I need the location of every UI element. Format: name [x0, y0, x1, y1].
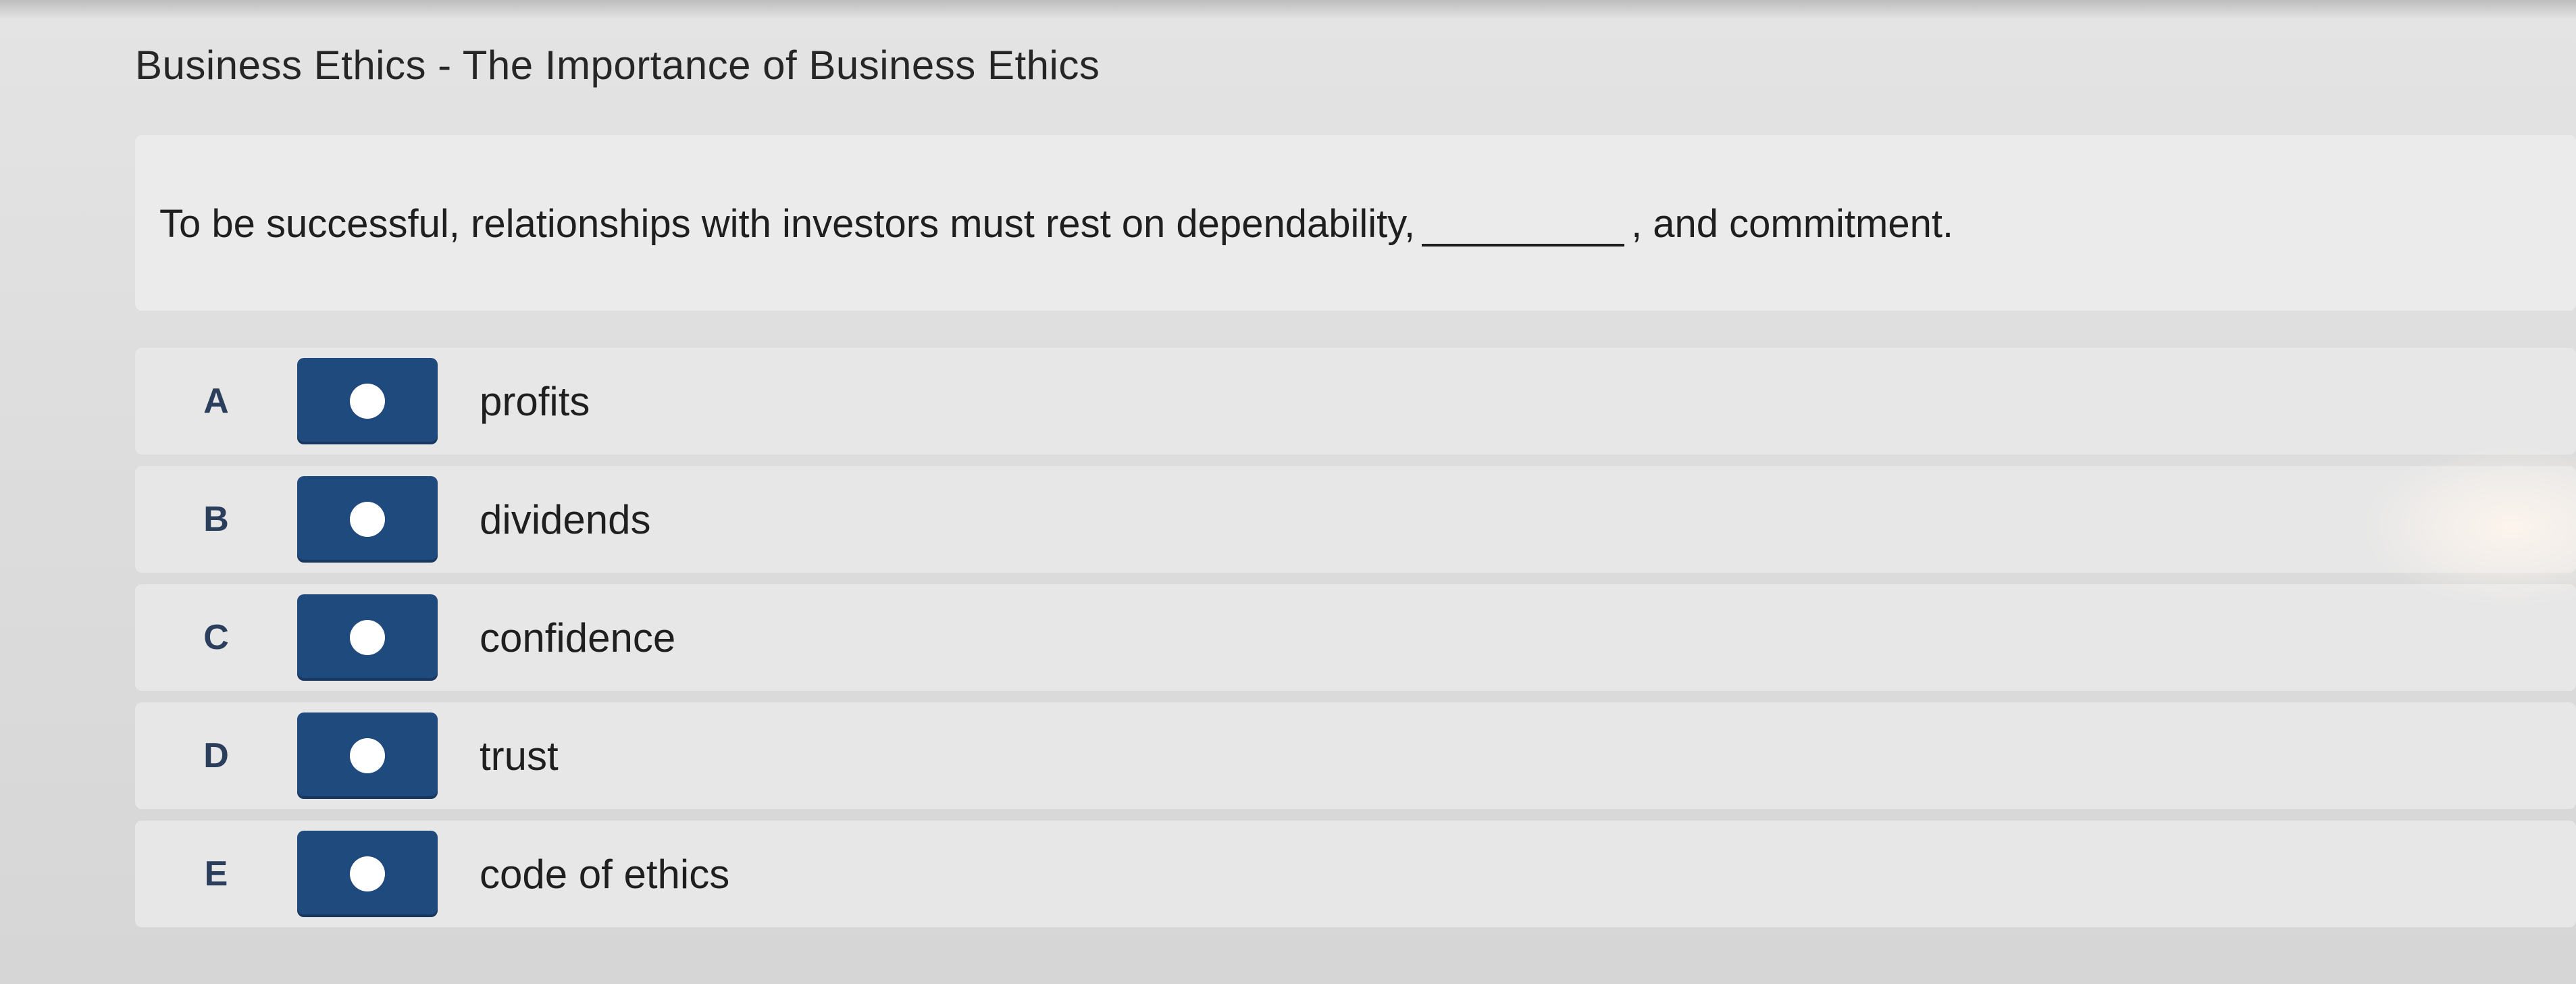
radio-dot-icon [350, 620, 385, 655]
page-title: Business Ethics - The Importance of Busi… [135, 43, 1100, 88]
question-text-after: , and commitment. [1631, 202, 1954, 246]
radio-button[interactable] [297, 831, 438, 917]
radio-dot-icon [350, 502, 385, 537]
option-letter: D [203, 736, 229, 775]
option-e[interactable]: E code of ethics [135, 821, 2576, 927]
question-text: To be successful, relationships with inv… [159, 201, 1953, 247]
option-label: dividends [480, 496, 651, 542]
option-label: trust [480, 733, 559, 779]
radio-button[interactable] [297, 358, 438, 444]
option-letter: B [203, 500, 229, 539]
option-label: profits [480, 378, 590, 424]
radio-dot-icon [350, 738, 385, 773]
option-b[interactable]: B dividends [135, 466, 2576, 573]
radio-button[interactable] [297, 713, 438, 799]
question-text-before: To be successful, relationships with inv… [159, 202, 1416, 246]
answer-blank [1422, 210, 1625, 247]
option-c[interactable]: C confidence [135, 584, 2576, 691]
option-a[interactable]: A profits [135, 348, 2576, 455]
answer-options: A profits B dividends C confidence D tru… [135, 348, 2576, 939]
top-divider [0, 0, 2576, 19]
option-d[interactable]: D trust [135, 702, 2576, 809]
option-label: code of ethics [480, 851, 730, 897]
option-letter: E [204, 854, 228, 894]
option-label: confidence [480, 615, 676, 661]
radio-button[interactable] [297, 476, 438, 563]
option-letter: C [203, 618, 229, 657]
radio-dot-icon [350, 384, 385, 419]
radio-button[interactable] [297, 594, 438, 681]
option-letter: A [203, 382, 229, 421]
radio-dot-icon [350, 856, 385, 891]
